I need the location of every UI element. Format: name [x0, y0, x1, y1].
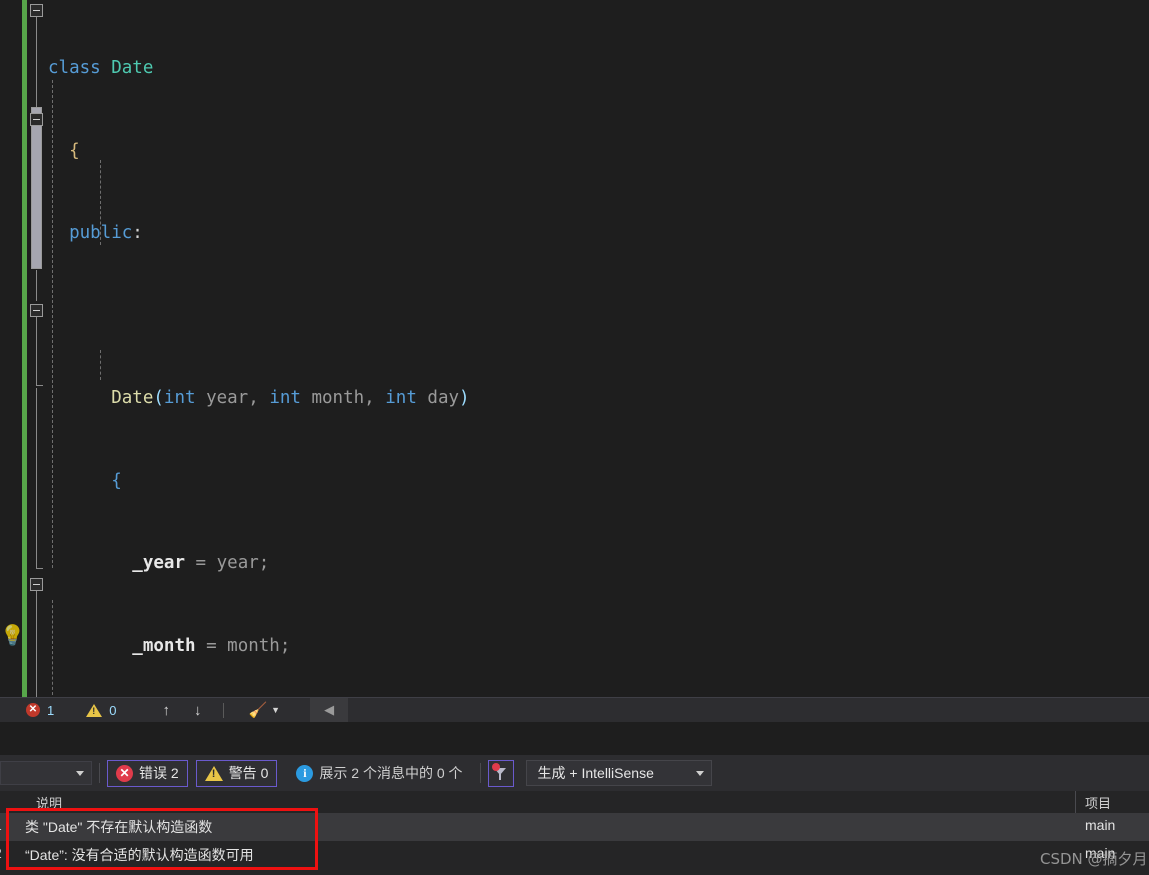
next-issue-button[interactable]: ↓ [182, 702, 214, 719]
errors-filter-label: 错误 2 [139, 765, 179, 781]
fold-end-print [36, 385, 43, 386]
fold-bracket-print [36, 317, 37, 385]
row-number: 1 [0, 817, 2, 833]
funnel-filter-icon [492, 763, 507, 780]
code-line: public: [69, 223, 143, 243]
column-filter-button[interactable] [487, 759, 514, 787]
status-warning-group[interactable]: 0 [64, 698, 126, 722]
code-line: { [69, 140, 80, 161]
fold-end-class [36, 568, 43, 569]
column-header-description[interactable]: 说明 [36, 793, 62, 812]
panel-gap [0, 722, 1149, 755]
column-divider[interactable] [1075, 791, 1076, 813]
errors-filter-button[interactable]: ✕ 错误 2 [107, 759, 188, 787]
warning-triangle-icon [204, 765, 223, 781]
fold-toggle-class-date[interactable] [30, 4, 43, 17]
code-line: class Date [48, 58, 154, 78]
editor-error-status-bar[interactable]: ✕ 1 0 ↑ ↓ 🧹 ▼ ◀ [0, 697, 1149, 722]
fold-bracket-class-3 [36, 388, 37, 568]
fold-toggle-constructor[interactable] [30, 113, 43, 126]
status-error-group[interactable]: ✕ 1 [0, 698, 64, 722]
row-project: main [1085, 817, 1116, 833]
vs-ide-window: 💡 class Date { public: Date(int year, in… [0, 0, 1149, 875]
code-editor[interactable]: 💡 class Date { public: Date(int year, in… [0, 0, 1149, 697]
code-cleanup-button[interactable]: 🧹 ▼ [238, 701, 290, 719]
status-error-count: 1 [47, 702, 55, 718]
code-line: _month = month; [132, 635, 291, 656]
table-row[interactable]: 1 类 "Date" 不存在默认构造函数 main [0, 813, 1149, 841]
filter-active-badge [492, 763, 501, 771]
quick-actions-lightbulb-icon[interactable]: 💡 [0, 624, 25, 648]
error-list-header: 说明 项目 [0, 791, 1149, 813]
error-circle-icon: ✕ [116, 764, 133, 782]
code-text[interactable]: class Date { public: Date(int year, int … [46, 0, 1149, 697]
toolbar-divider-2 [479, 763, 481, 783]
chevron-down-icon-2 [695, 770, 704, 776]
chevron-down-icon [76, 770, 84, 776]
fold-bracket-class-2 [36, 270, 37, 301]
fold-bracket-class [36, 17, 37, 112]
change-indicator-bar [22, 0, 27, 697]
build-source-value: 生成 + IntelliSense [537, 765, 654, 781]
row-number: 2 [0, 845, 2, 861]
error-circle-icon: ✕ [26, 703, 40, 717]
csdn-watermark: CSDN @摘夕月 [1040, 850, 1148, 868]
warnings-filter-button[interactable]: 警告 0 [195, 759, 278, 787]
code-line: Date(int year, int month, int day) [111, 388, 470, 408]
status-divider [223, 702, 225, 718]
fold-toggle-main[interactable] [30, 578, 43, 591]
code-line: _year = year; [132, 553, 270, 573]
messages-filter-label: 展示 2 个消息中的 0 个 [319, 765, 463, 781]
status-warning-count: 0 [109, 702, 117, 718]
prev-issue-button[interactable]: ↑ [150, 702, 182, 719]
messages-filter-button[interactable]: i 展示 2 个消息中的 0 个 [287, 760, 471, 787]
fold-toggle-print[interactable] [30, 304, 43, 317]
code-line: { [111, 470, 122, 491]
error-list-grid[interactable]: 说明 项目 1 类 "Date" 不存在默认构造函数 main 2 “Date”… [0, 791, 1149, 875]
collapse-panel-button[interactable]: ◀ [310, 698, 349, 722]
scope-filter-combo[interactable] [0, 761, 92, 785]
code-folding-column[interactable] [28, 0, 48, 697]
warning-triangle-icon [86, 703, 103, 717]
table-row[interactable]: 2 “Date”: 没有合适的默认构造函数可用 main [0, 841, 1149, 869]
toolbar-divider [99, 763, 100, 783]
build-source-combo[interactable]: 生成 + IntelliSense [525, 760, 712, 786]
fold-region-highlight [31, 107, 42, 269]
row-description: “Date”: 没有合适的默认构造函数可用 [25, 847, 254, 863]
fold-bracket-main [36, 591, 37, 697]
broom-icon: 🧹 [248, 702, 268, 719]
error-list-toolbar[interactable]: ✕ 错误 2 警告 0 i 展示 2 个消息中的 0 个 生成 + Intell… [0, 755, 1149, 791]
row-description: 类 "Date" 不存在默认构造函数 [25, 819, 213, 835]
column-header-project[interactable]: 项目 [1085, 793, 1111, 812]
broom-caret-icon[interactable]: ▼ [271, 705, 280, 715]
info-circle-icon: i [296, 764, 314, 782]
error-list-panel[interactable]: ✕ 错误 2 警告 0 i 展示 2 个消息中的 0 个 生成 + Intell… [0, 755, 1149, 875]
warnings-filter-label: 警告 0 [228, 765, 269, 781]
